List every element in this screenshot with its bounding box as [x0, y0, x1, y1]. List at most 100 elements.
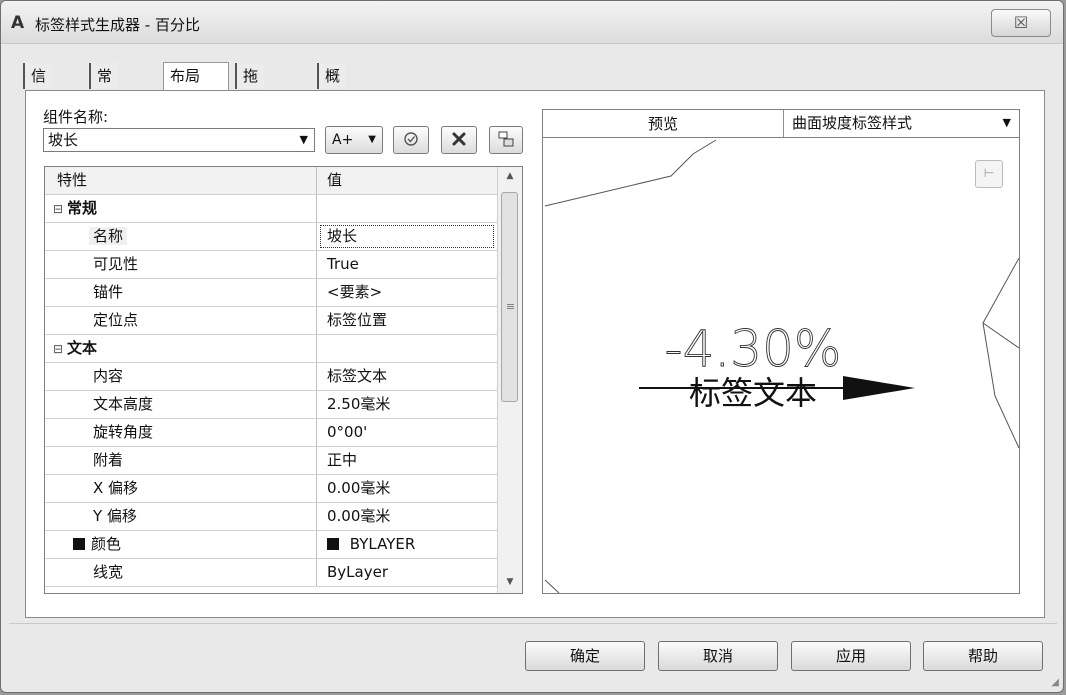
table-row[interactable]: 内容 标签文本 — [45, 363, 497, 391]
property-value: BYLAYER — [349, 535, 416, 553]
table-row[interactable]: X 偏移 0.00毫米 — [45, 475, 497, 503]
property-name: 文本高度 — [45, 391, 317, 418]
surface-line — [544, 579, 560, 593]
tab-summary[interactable]: 概要 — [317, 63, 347, 111]
property-value[interactable]: 0.00毫米 — [318, 503, 496, 530]
preview-drawing: -4.30% 标签文本 — [544, 139, 1019, 593]
draw-order-icon — [498, 131, 514, 147]
property-value[interactable]: 坡长 — [318, 223, 496, 250]
close-button[interactable]: ☒ — [991, 9, 1051, 37]
grip-icon: ≡ — [505, 300, 516, 313]
property-value-color[interactable]: BYLAYER — [318, 531, 496, 558]
divider — [9, 623, 1057, 624]
table-row[interactable]: 颜色 BYLAYER — [45, 531, 497, 559]
preview-header: 预览 曲面坡度标签样式 ▼ — [542, 109, 1020, 138]
scroll-down-icon[interactable]: ▼ — [498, 577, 522, 587]
table-row[interactable]: 可见性 True — [45, 251, 497, 279]
add-component-button[interactable]: A+ ▼ — [325, 126, 383, 154]
surface-line — [982, 257, 1019, 349]
chevron-down-icon: ▼ — [299, 133, 308, 146]
resize-grip-icon[interactable]: ◢ — [1051, 677, 1059, 688]
label-text-sample: 标签文本 — [689, 374, 817, 412]
table-row[interactable]: 附着 正中 — [45, 447, 497, 475]
color-swatch-icon — [327, 538, 339, 550]
preview-label: 预览 — [543, 110, 784, 138]
table-row[interactable]: 文本高度 2.50毫米 — [45, 391, 497, 419]
table-row[interactable]: 锚件 <要素> — [45, 279, 497, 307]
group-row-general[interactable]: ⊟ 常规 — [45, 195, 497, 223]
property-value[interactable]: 0.00毫米 — [318, 475, 496, 502]
copy-component-icon — [404, 132, 418, 146]
table-row[interactable]: Y 偏移 0.00毫米 — [45, 503, 497, 531]
preview-style-value: 曲面坡度标签样式 — [792, 114, 913, 132]
property-name: 定位点 — [45, 307, 317, 334]
property-value[interactable]: ByLayer — [318, 559, 496, 586]
property-value[interactable]: 标签位置 — [318, 307, 496, 334]
title-bar: A 标签样式生成器 - 百分比 ☒ — [1, 1, 1063, 44]
property-name: 旋转角度 — [45, 419, 317, 446]
delete-component-button[interactable] — [441, 126, 477, 154]
property-name: 可见性 — [45, 251, 317, 278]
scroll-thumb[interactable]: ≡ — [501, 192, 518, 402]
group-label: 文本 — [67, 339, 98, 357]
table-row[interactable]: 定位点 标签位置 — [45, 307, 497, 335]
property-name: 线宽 — [45, 559, 317, 586]
component-name-label: 组件名称: — [43, 108, 109, 126]
property-value[interactable]: 0°00' — [318, 419, 496, 446]
component-name-select[interactable]: 坡长 ▼ — [43, 128, 315, 152]
property-value[interactable]: 2.50毫米 — [318, 391, 496, 418]
slope-value-text: -4.30% — [665, 320, 842, 378]
chevron-down-icon: ▼ — [1002, 116, 1011, 129]
color-swatch-icon — [73, 538, 85, 550]
grid-scrollbar[interactable]: ▲ ≡ ▼ — [497, 167, 522, 593]
delete-icon — [452, 132, 466, 146]
copy-component-button[interactable] — [393, 126, 429, 154]
property-name: 名称 — [89, 227, 128, 245]
ok-button[interactable]: 确定 — [525, 641, 645, 671]
header-value: 值 — [327, 171, 343, 189]
zoom-extents-icon: ⊢ — [983, 166, 995, 180]
surface-line — [544, 139, 717, 207]
header-property: 特性 — [45, 167, 317, 194]
property-name: Y 偏移 — [45, 503, 317, 530]
property-value[interactable]: <要素> — [318, 279, 496, 306]
table-row[interactable]: 线宽 ByLayer — [45, 559, 497, 587]
slope-arrow-head — [843, 376, 915, 400]
window-title: 标签样式生成器 - 百分比 — [35, 16, 200, 34]
properties-grid: 特性 值 ⊟ 常规 名称 坡长 可见性 True 锚件 <要素> 定位点 标签位置… — [44, 166, 523, 594]
property-name: 内容 — [45, 363, 317, 390]
property-name: 颜色 — [91, 535, 122, 553]
table-row[interactable]: 名称 坡长 — [45, 223, 497, 251]
property-name: X 偏移 — [45, 475, 317, 502]
collapse-icon[interactable]: ⊟ — [53, 196, 67, 223]
draw-order-button[interactable] — [489, 126, 523, 154]
tab-layout[interactable]: 布局 — [163, 62, 229, 91]
property-value[interactable]: 正中 — [318, 447, 496, 474]
table-row[interactable]: 旋转角度 0°00' — [45, 419, 497, 447]
scroll-up-icon[interactable]: ▲ — [498, 171, 522, 181]
tab-dragged-state[interactable]: 拖曳状态 — [235, 63, 265, 163]
group-label: 常规 — [67, 199, 98, 217]
preview-style-select[interactable]: 曲面坡度标签样式 ▼ — [784, 110, 1019, 137]
group-row-text[interactable]: ⊟ 文本 — [45, 335, 497, 363]
tab-info[interactable]: 信息 — [23, 63, 53, 111]
add-component-label: A+ — [332, 132, 354, 148]
label-style-composer-window: A 标签样式生成器 - 百分比 ☒ 信息 常规 布局 拖曳状态 概要 组件名称:… — [0, 0, 1064, 693]
preview-zoom-button[interactable]: ⊢ — [975, 160, 1003, 188]
surface-line — [982, 322, 1019, 449]
property-value[interactable]: 标签文本 — [318, 363, 496, 390]
property-name: 附着 — [45, 447, 317, 474]
cancel-button[interactable]: 取消 — [658, 641, 778, 671]
collapse-icon[interactable]: ⊟ — [53, 336, 67, 363]
grid-header-row: 特性 值 — [45, 167, 497, 195]
tab-general[interactable]: 常规 — [89, 63, 119, 111]
apply-button[interactable]: 应用 — [791, 641, 911, 671]
help-button[interactable]: 帮助 — [923, 641, 1043, 671]
property-name: 锚件 — [45, 279, 317, 306]
preview-canvas[interactable]: -4.30% 标签文本 ⊢ — [542, 137, 1020, 594]
chevron-down-icon: ▼ — [368, 134, 376, 145]
close-icon: ☒ — [1013, 13, 1029, 32]
property-value[interactable]: True — [318, 251, 496, 278]
component-name-value: 坡长 — [48, 131, 79, 149]
app-icon: A — [11, 13, 25, 33]
